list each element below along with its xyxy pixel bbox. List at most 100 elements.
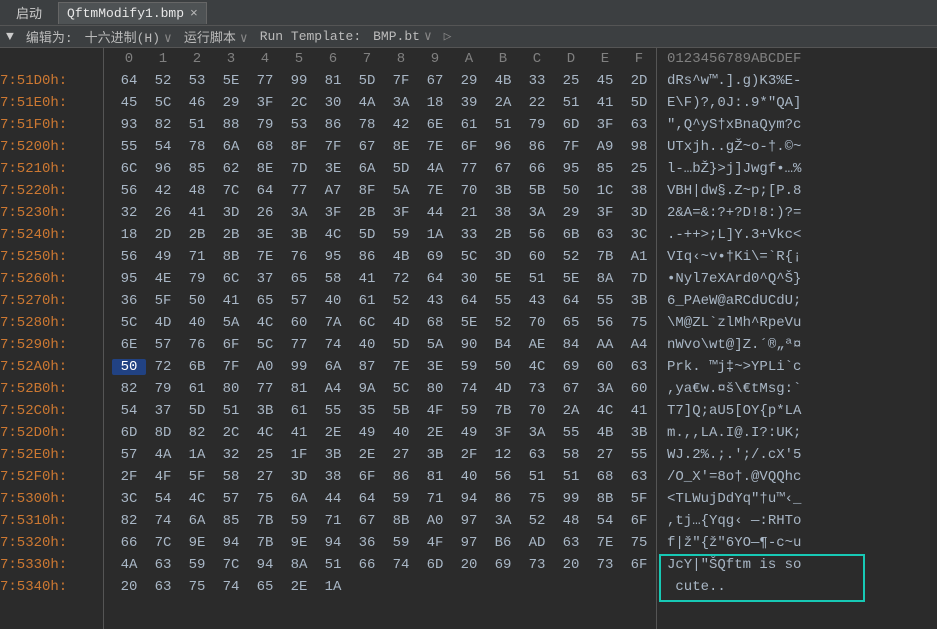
hex-byte[interactable]: 29 — [214, 95, 248, 111]
hex-byte[interactable]: 86 — [316, 117, 350, 133]
hex-byte[interactable]: 7D — [282, 161, 316, 177]
hex-byte[interactable]: 45 — [112, 95, 146, 111]
hex-byte[interactable]: 2C — [214, 425, 248, 441]
hex-byte[interactable]: 74 — [452, 381, 486, 397]
hex-byte[interactable]: 99 — [282, 73, 316, 89]
hex-byte[interactable]: 5E — [486, 271, 520, 287]
hex-byte[interactable]: A9 — [588, 139, 622, 155]
hex-byte[interactable]: 63 — [520, 447, 554, 463]
hex-byte[interactable]: 86 — [350, 249, 384, 265]
hex-byte[interactable]: 70 — [520, 315, 554, 331]
hex-row[interactable]: 365F504165574061524364554364553B — [112, 290, 656, 312]
hex-byte[interactable]: 75 — [248, 491, 282, 507]
hex-byte[interactable]: 2E — [418, 425, 452, 441]
hex-byte[interactable]: 6B — [554, 227, 588, 243]
hex-byte[interactable]: 64 — [350, 491, 384, 507]
hex-byte[interactable]: 94 — [214, 535, 248, 551]
hex-byte[interactable]: 72 — [384, 271, 418, 287]
hex-byte[interactable]: 63 — [622, 359, 656, 375]
hex-row[interactable]: 6E57766F5C7774405D5A90B4AE84AAA4 — [112, 334, 656, 356]
hex-byte[interactable]: 74 — [316, 337, 350, 353]
hex-byte[interactable]: 5F — [146, 293, 180, 309]
hex-byte[interactable]: 6F — [350, 469, 384, 485]
hex-byte[interactable]: 59 — [384, 491, 418, 507]
hex-byte[interactable]: 84 — [554, 337, 588, 353]
hex-byte[interactable]: 79 — [520, 117, 554, 133]
hex-byte[interactable]: 8F — [282, 139, 316, 155]
hex-row[interactable]: 455C46293F2C304A3A18392A2251415D — [112, 92, 656, 114]
hex-byte[interactable]: 82 — [112, 513, 146, 529]
edit-as-value[interactable]: 十六进制(H)∨ — [79, 27, 178, 46]
hex-byte[interactable]: 5D — [180, 403, 214, 419]
hex-byte[interactable]: 7B — [486, 403, 520, 419]
hex-byte[interactable]: 8E — [248, 161, 282, 177]
hex-byte[interactable]: 61 — [350, 293, 384, 309]
hex-byte[interactable]: 3A — [486, 513, 520, 529]
hex-byte[interactable]: 7F — [214, 359, 248, 375]
hex-byte[interactable]: 2D — [622, 73, 656, 89]
ascii-row[interactable]: \M@ZL`zlMh^RpeVu — [667, 312, 801, 334]
hex-byte[interactable]: 3C — [622, 227, 656, 243]
hex-byte[interactable]: 71 — [418, 491, 452, 507]
hex-byte[interactable]: 45 — [588, 73, 622, 89]
hex-byte[interactable]: 5B — [520, 183, 554, 199]
hex-byte[interactable]: 58 — [554, 447, 588, 463]
hex-byte[interactable]: 3F — [588, 205, 622, 221]
hex-byte[interactable]: 4B — [486, 73, 520, 89]
hex-byte[interactable]: 64 — [452, 293, 486, 309]
hex-byte[interactable]: 2B — [350, 205, 384, 221]
hex-row[interactable]: 5649718B7E7695864B695C3D60527BA1 — [112, 246, 656, 268]
hex-byte[interactable]: 75 — [622, 535, 656, 551]
hex-byte[interactable]: 55 — [588, 293, 622, 309]
hex-byte[interactable]: 3D — [214, 205, 248, 221]
hex-byte[interactable]: A1 — [622, 249, 656, 265]
hex-byte[interactable]: 67 — [350, 139, 384, 155]
hex-byte[interactable]: 6D — [554, 117, 588, 133]
hex-byte[interactable]: 93 — [112, 117, 146, 133]
hex-byte[interactable]: 58 — [214, 469, 248, 485]
hex-byte[interactable]: 3E — [316, 161, 350, 177]
hex-byte[interactable]: 70 — [452, 183, 486, 199]
hex-byte[interactable]: 80 — [214, 381, 248, 397]
hex-byte[interactable]: 5C — [146, 95, 180, 111]
hex-byte[interactable]: 3E — [248, 227, 282, 243]
hex-byte[interactable]: 53 — [282, 117, 316, 133]
hex-byte[interactable]: 55 — [554, 425, 588, 441]
hex-byte[interactable]: 75 — [180, 579, 214, 595]
hex-byte[interactable]: 5D — [350, 73, 384, 89]
ascii-row[interactable]: .-++>;L]Y.3+Vkc< — [667, 224, 801, 246]
hex-byte[interactable]: 7C — [214, 557, 248, 573]
hex-byte[interactable]: 75 — [520, 491, 554, 507]
hex-byte[interactable]: 40 — [350, 337, 384, 353]
hex-byte[interactable]: 51 — [520, 469, 554, 485]
ascii-row[interactable]: •Nyl7eXArd0^Q^Š} — [667, 268, 801, 290]
hex-byte[interactable]: 27 — [248, 469, 282, 485]
hex-byte[interactable]: 96 — [486, 139, 520, 155]
hex-byte[interactable]: 72 — [146, 359, 180, 375]
hex-byte[interactable]: 30 — [316, 95, 350, 111]
hex-byte[interactable]: 6A — [180, 513, 214, 529]
hex-byte[interactable]: 60 — [520, 249, 554, 265]
hex-row[interactable]: 3C544C57756A44645971948675998B5F — [112, 488, 656, 510]
hex-byte[interactable]: 63 — [622, 117, 656, 133]
hex-byte[interactable]: 65 — [248, 579, 282, 595]
hex-byte[interactable]: 29 — [452, 73, 486, 89]
hex-row[interactable]: 5C4D405A4C607A6C4D685E5270655675 — [112, 312, 656, 334]
hex-byte[interactable]: 2E — [350, 447, 384, 463]
hex-byte[interactable]: 4A — [146, 447, 180, 463]
hex-byte[interactable]: 21 — [452, 205, 486, 221]
hex-byte[interactable]: 7F — [554, 139, 588, 155]
hex-byte[interactable]: 3D — [282, 469, 316, 485]
hex-byte[interactable]: B4 — [486, 337, 520, 353]
hex-byte[interactable]: 97 — [452, 513, 486, 529]
hex-byte[interactable]: 1A — [418, 227, 452, 243]
hex-byte[interactable]: 49 — [146, 249, 180, 265]
hex-byte[interactable]: 3C — [112, 491, 146, 507]
hex-byte[interactable]: 99 — [282, 359, 316, 375]
hex-byte[interactable]: 48 — [554, 513, 588, 529]
hex-byte[interactable]: 74 — [214, 579, 248, 595]
hex-byte[interactable]: 6A — [214, 139, 248, 155]
hex-byte[interactable]: 56 — [588, 315, 622, 331]
hex-byte[interactable]: 6A — [316, 359, 350, 375]
hex-byte[interactable]: 4A — [112, 557, 146, 573]
